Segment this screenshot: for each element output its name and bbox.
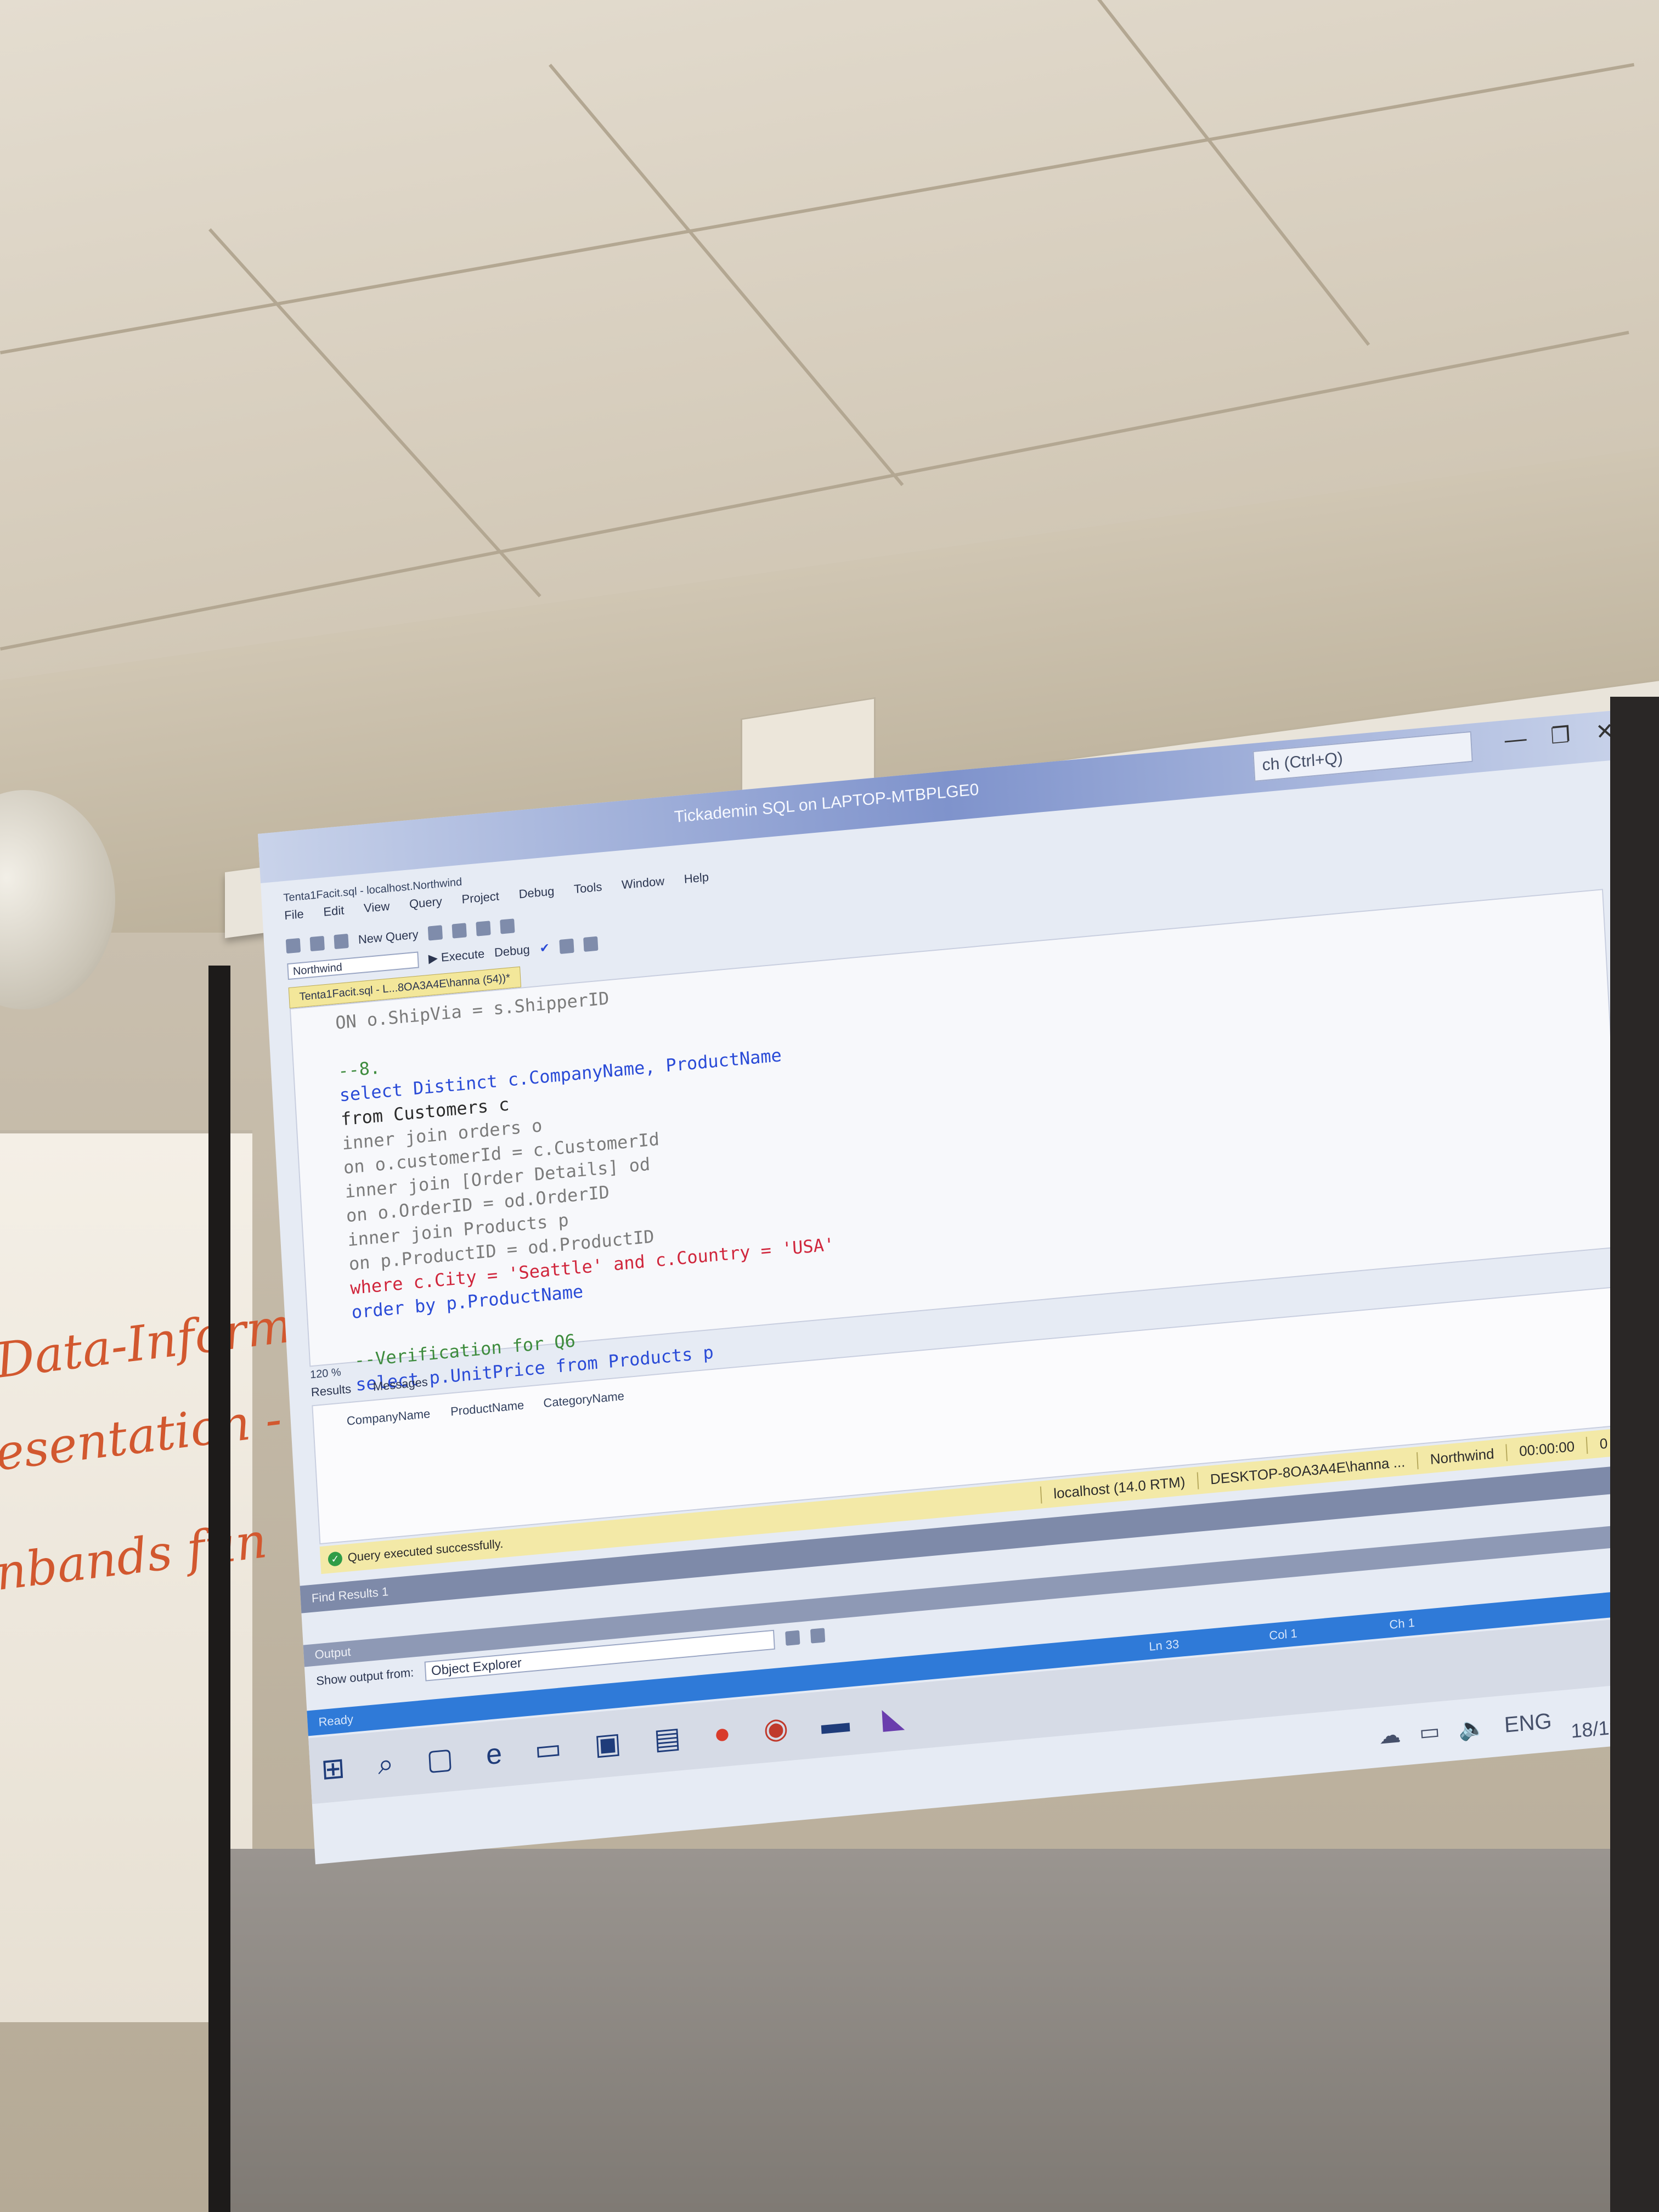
- status-time: 00:00:00: [1505, 1436, 1587, 1461]
- menu-window[interactable]: Window: [621, 874, 665, 900]
- projector-screen-lower: [225, 1849, 1659, 2212]
- column-header[interactable]: ProductName: [450, 1398, 524, 1419]
- ssms-icon[interactable]: ▤: [653, 1721, 681, 1756]
- column-header[interactable]: CategoryName: [543, 1389, 625, 1410]
- status-text: Query executed successfully.: [347, 1536, 504, 1565]
- cut-icon[interactable]: [427, 925, 443, 941]
- minimize-icon[interactable]: —: [1504, 726, 1527, 753]
- restore-icon[interactable]: ❐: [1550, 722, 1571, 749]
- chrome-icon[interactable]: ●: [713, 1717, 732, 1751]
- execute-label: Execute: [441, 946, 485, 964]
- undo-icon[interactable]: [476, 921, 491, 936]
- projector-screen-right-edge: [1610, 697, 1659, 2212]
- tab-results[interactable]: Results: [311, 1382, 352, 1400]
- whiteboard-text-2: esentation -: [0, 1390, 285, 1482]
- results-to-grid-icon[interactable]: [559, 938, 574, 955]
- edge-browser-icon[interactable]: e: [485, 1737, 503, 1772]
- zoom-level[interactable]: 120 %: [310, 1366, 342, 1381]
- status-server: localhost (14.0 RTM): [1040, 1472, 1198, 1504]
- language-indicator[interactable]: ENG: [1504, 1708, 1553, 1737]
- status-database: Northwind: [1417, 1443, 1507, 1469]
- execute-button[interactable]: ▶ Execute: [428, 946, 485, 966]
- windows-start-icon[interactable]: ⊞: [320, 1752, 346, 1787]
- onedrive-icon[interactable]: ☁: [1378, 1722, 1401, 1750]
- word-wrap-icon[interactable]: [810, 1628, 825, 1644]
- output-source-label: Show output from:: [315, 1665, 414, 1688]
- file-explorer-icon[interactable]: ▭: [534, 1732, 562, 1767]
- code-line: select Distinct c.CompanyName, ProductNa…: [338, 1045, 782, 1106]
- copy-icon[interactable]: [452, 923, 467, 939]
- command-prompt-icon[interactable]: ▬: [820, 1706, 850, 1741]
- projector-screen-left-edge: [208, 966, 230, 2212]
- sql-code: ON o.ShipVia = s.ShipperID --8. select D…: [335, 967, 840, 1397]
- status-char: Ch 1: [1389, 1615, 1415, 1632]
- redo-icon[interactable]: [500, 918, 515, 934]
- save-icon[interactable]: [334, 933, 349, 950]
- results-to-text-icon[interactable]: [583, 936, 599, 952]
- volume-icon[interactable]: 🔈: [1458, 1714, 1486, 1742]
- projected-ssms-window: Tickademin SQL on LAPTOP-MTBPLGE0 ch (Ct…: [258, 708, 1659, 1865]
- menu-help[interactable]: Help: [684, 870, 709, 894]
- debug-button[interactable]: Debug: [494, 943, 530, 960]
- check-icon: ✓: [328, 1551, 343, 1567]
- menu-tools[interactable]: Tools: [573, 880, 602, 905]
- menu-view[interactable]: View: [363, 899, 390, 923]
- column-header[interactable]: CompanyName: [346, 1407, 431, 1429]
- menu-edit[interactable]: Edit: [323, 903, 345, 927]
- back-icon[interactable]: [285, 938, 301, 954]
- search-icon[interactable]: ⌕: [377, 1747, 394, 1782]
- menu-file[interactable]: File: [284, 907, 305, 930]
- menu-debug[interactable]: Debug: [518, 884, 555, 909]
- new-query-button[interactable]: New Query: [358, 927, 419, 947]
- open-icon[interactable]: [309, 935, 325, 952]
- parse-icon[interactable]: ✔: [539, 941, 550, 956]
- status-ready: Ready: [318, 1712, 354, 1729]
- media-icon[interactable]: ◉: [763, 1711, 789, 1746]
- menu-project[interactable]: Project: [461, 889, 500, 915]
- status-column: Col 1: [1268, 1626, 1298, 1643]
- store-icon[interactable]: ▣: [594, 1726, 622, 1762]
- menu-query[interactable]: Query: [409, 894, 443, 919]
- clear-output-icon[interactable]: [785, 1630, 800, 1646]
- visual-studio-icon[interactable]: ◣: [882, 1701, 905, 1736]
- network-icon[interactable]: ▭: [1419, 1718, 1441, 1745]
- code-line: --8.: [337, 1057, 381, 1082]
- task-view-icon[interactable]: ▢: [426, 1742, 454, 1777]
- status-line: Ln 33: [1148, 1637, 1180, 1654]
